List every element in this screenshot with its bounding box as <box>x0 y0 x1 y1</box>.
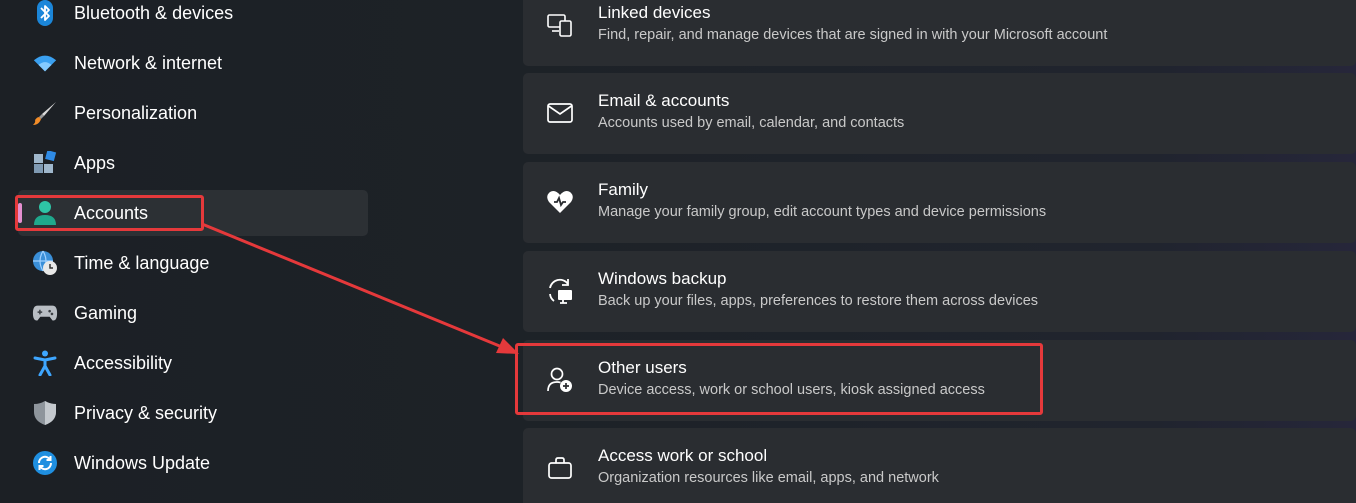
backup-icon <box>545 276 575 306</box>
card-subtitle: Back up your files, apps, preferences to… <box>598 293 1039 309</box>
add-user-icon <box>545 365 575 395</box>
update-icon <box>32 450 58 476</box>
linked-devices-icon <box>545 10 575 40</box>
sidebar-item-label: Privacy & security <box>74 403 218 423</box>
card-subtitle: Manage your family group, edit account t… <box>598 204 1047 220</box>
card-subtitle: Device access, work or school users, kio… <box>598 382 985 398</box>
sidebar-item-label: Network & internet <box>74 53 223 73</box>
sidebar-item-label: Gaming <box>74 303 138 323</box>
sidebar-item-time-language[interactable]: Time & language <box>18 240 368 286</box>
wifi-icon <box>32 50 58 76</box>
card-title: Windows backup <box>598 269 727 288</box>
sidebar-item-privacy[interactable]: Privacy & security <box>18 390 368 436</box>
card-subtitle: Find, repair, and manage devices that ar… <box>598 27 1108 43</box>
family-heart-icon <box>545 187 575 217</box>
globe-clock-icon <box>32 250 58 276</box>
sidebar-item-accessibility[interactable]: Accessibility <box>18 340 368 386</box>
sidebar-item-label: Apps <box>74 153 116 173</box>
sidebar-item-windows-update[interactable]: Windows Update <box>18 440 368 486</box>
card-other-users[interactable]: Other users Device access, work or schoo… <box>523 340 1356 421</box>
sidebar-item-label: Time & language <box>74 253 210 273</box>
briefcase-icon <box>545 453 575 483</box>
sidebar-item-personalization[interactable]: Personalization <box>18 90 368 136</box>
selection-indicator <box>18 203 22 223</box>
card-subtitle: Organization resources like email, apps,… <box>598 470 939 486</box>
settings-window: Bluetooth & devices Network & internet P… <box>0 0 1356 503</box>
gamepad-icon <box>32 300 58 326</box>
card-subtitle: Accounts used by email, calendar, and co… <box>598 115 905 131</box>
card-title: Email & accounts <box>598 91 730 110</box>
card-windows-backup[interactable]: Windows backup Back up your files, apps,… <box>523 251 1356 332</box>
paintbrush-icon <box>32 100 58 126</box>
card-family[interactable]: Family Manage your family group, edit ac… <box>523 162 1356 243</box>
sidebar-item-accounts[interactable]: Accounts <box>18 190 368 236</box>
sidebar: Bluetooth & devices Network & internet P… <box>0 0 380 503</box>
sidebar-item-apps[interactable]: Apps <box>18 140 368 186</box>
mail-icon <box>545 98 575 128</box>
card-title: Family <box>598 180 649 199</box>
card-linked-devices[interactable]: Linked devices Find, repair, and manage … <box>523 0 1356 66</box>
shield-icon <box>32 400 58 426</box>
card-access-work-school[interactable]: Access work or school Organization resou… <box>523 428 1356 503</box>
sidebar-item-label: Personalization <box>74 103 198 123</box>
sidebar-item-label: Windows Update <box>74 453 211 473</box>
sidebar-item-gaming[interactable]: Gaming <box>18 290 368 336</box>
card-title: Access work or school <box>598 446 768 465</box>
sidebar-item-label: Accessibility <box>74 353 173 373</box>
bluetooth-icon <box>32 0 58 26</box>
apps-icon <box>32 150 58 176</box>
account-icon <box>32 200 58 226</box>
card-title: Linked devices <box>598 3 711 22</box>
sidebar-item-bluetooth[interactable]: Bluetooth & devices <box>18 0 368 36</box>
sidebar-item-label: Bluetooth & devices <box>74 3 234 23</box>
accessibility-icon <box>32 350 58 376</box>
card-email-accounts[interactable]: Email & accounts Accounts used by email,… <box>523 73 1356 154</box>
card-title: Other users <box>598 358 687 377</box>
sidebar-item-label: Accounts <box>74 203 149 223</box>
sidebar-item-network[interactable]: Network & internet <box>18 40 368 86</box>
